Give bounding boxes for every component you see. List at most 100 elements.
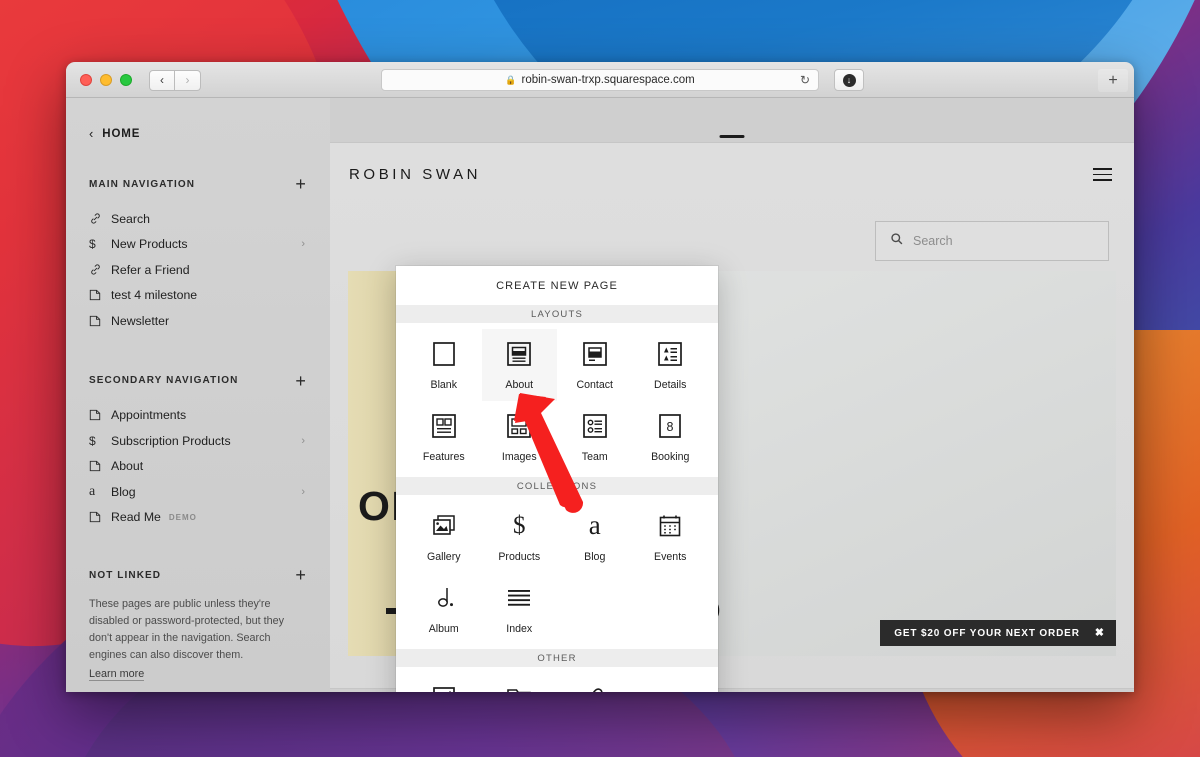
svg-text:8: 8 (667, 420, 674, 434)
page-icon (89, 409, 111, 421)
other-tile-grid (396, 667, 718, 692)
sidebar-item-label: Subscription Products (111, 433, 231, 448)
sidebar-item-appointments[interactable]: Appointments (89, 403, 307, 429)
add-page-button-notlinked[interactable]: + (295, 566, 307, 584)
reload-icon[interactable]: ↻ (800, 73, 810, 87)
tile-about[interactable]: About (481, 329, 557, 401)
chevron-right-icon[interactable]: › (301, 435, 307, 447)
desktop-wallpaper: ‹ › 🔒 robin-swan-trxp.squarespace.com ↻ … (0, 0, 1200, 757)
tile-label: Album (428, 623, 459, 635)
tile-team[interactable]: Team (557, 401, 633, 473)
hero-accent-band (348, 271, 398, 656)
tile-empty-2 (633, 573, 709, 645)
sidebar-item-refer-a-friend[interactable]: Refer a Friend (89, 257, 307, 283)
cover-page-icon (432, 685, 456, 692)
site-logo[interactable]: ROBIN SWAN (349, 166, 481, 183)
tile-label: Details (654, 379, 687, 391)
layouts-tile-grid: Blank About Contact Details Features Ima… (396, 323, 718, 477)
tile-folder[interactable] (482, 673, 558, 692)
sidebar-item-search[interactable]: Search (89, 206, 307, 232)
tile-features[interactable]: Features (406, 401, 482, 473)
music-note-icon (432, 585, 456, 611)
link-icon (583, 685, 607, 692)
sidebar-item-newsletter[interactable]: Newsletter (89, 308, 307, 334)
section-not-linked: NOT LINKED + These pages are public unle… (66, 566, 330, 692)
about-layout-icon (506, 341, 532, 367)
tile-label: Products (498, 551, 541, 563)
sidebar-item-label: Newsletter (111, 313, 170, 328)
sidebar-item-blog[interactable]: a Blog › (89, 479, 307, 505)
section-title: MAIN NAVIGATION (89, 178, 196, 190)
home-back-link[interactable]: ‹ HOME (66, 98, 330, 141)
panel-drag-handle[interactable] (719, 135, 745, 138)
tile-link[interactable] (557, 673, 633, 692)
back-button[interactable]: ‹ (149, 69, 175, 91)
browser-titlebar: ‹ › 🔒 robin-swan-trxp.squarespace.com ↻ … (66, 63, 1134, 98)
tile-index[interactable]: Index (482, 573, 558, 645)
section-title: SECONDARY NAVIGATION (89, 375, 239, 386)
learn-more-link[interactable]: Learn more (89, 668, 145, 681)
site-search-input[interactable]: Search (875, 221, 1109, 261)
create-new-page-panel: CREATE NEW PAGE LAYOUTS Blank About Cont… (396, 266, 718, 692)
sidebar-item-label: Appointments (111, 408, 187, 423)
tile-cover-page[interactable] (406, 673, 482, 692)
nav-list-main: Search $ New Products › Refer a Friend t… (89, 206, 307, 334)
sidebar-item-label: Read Me (111, 510, 161, 525)
status-badge-demo: DEMO (168, 512, 197, 522)
dollar-icon: $ (513, 512, 526, 539)
add-page-button-main[interactable]: + (295, 175, 307, 193)
section-secondary-navigation: SECONDARY NAVIGATION + Appointments $ Su… (66, 372, 330, 531)
sidebar-item-label: Search (111, 211, 150, 226)
tile-products[interactable]: $ Products (482, 501, 558, 573)
tile-album[interactable]: Album (406, 573, 482, 645)
tile-label: Team (581, 451, 608, 463)
search-placeholder: Search (913, 234, 953, 248)
promo-banner[interactable]: GET $20 OFF YOUR NEXT ORDER ✖ (880, 620, 1116, 646)
search-icon (890, 232, 904, 251)
tile-contact[interactable]: Contact (557, 329, 633, 401)
tile-details[interactable]: Details (633, 329, 709, 401)
page-icon (89, 511, 111, 523)
tile-gallery[interactable]: Gallery (406, 501, 482, 573)
tile-events[interactable]: Events (633, 501, 709, 573)
dollar-icon: $ (89, 433, 96, 448)
chevron-right-icon[interactable]: › (301, 238, 307, 250)
sidebar-item-about[interactable]: About (89, 454, 307, 480)
sidebar-item-subscription-products[interactable]: $ Subscription Products › (89, 428, 307, 454)
browser-window: ‹ › 🔒 robin-swan-trxp.squarespace.com ↻ … (66, 62, 1134, 692)
tile-booking[interactable]: 8 Booking (633, 401, 709, 473)
add-page-button-secondary[interactable]: + (295, 372, 307, 390)
tile-label: Blog (584, 551, 606, 563)
download-button[interactable]: ↓ (834, 69, 864, 91)
address-bar[interactable]: 🔒 robin-swan-trxp.squarespace.com ↻ (381, 69, 819, 91)
tile-blank[interactable]: Blank (406, 329, 482, 401)
features-layout-icon (431, 413, 457, 439)
forward-button[interactable]: › (175, 69, 201, 91)
tile-images[interactable]: Images (482, 401, 558, 473)
url-text: robin-swan-trxp.squarespace.com (521, 74, 695, 86)
close-window-button[interactable] (80, 74, 92, 86)
home-label: HOME (102, 127, 141, 140)
sidebar-item-read-me[interactable]: Read Me DEMO (89, 505, 307, 531)
tile-label: Booking (651, 451, 690, 463)
tile-label: Contact (576, 379, 613, 391)
section-heading-other: OTHER (396, 649, 718, 667)
maximize-window-button[interactable] (120, 74, 132, 86)
link-icon (89, 263, 111, 276)
sidebar-item-label: Blog (111, 484, 136, 499)
new-tab-button[interactable]: + (1098, 69, 1128, 92)
sidebar-item-label: About (111, 459, 144, 474)
sidebar-item-label: Refer a Friend (111, 262, 190, 277)
sidebar-item-test-4-milestone[interactable]: test 4 milestone (89, 283, 307, 309)
images-layout-icon (506, 413, 532, 439)
contact-layout-icon (582, 341, 608, 367)
minimize-window-button[interactable] (100, 74, 112, 86)
team-layout-icon (582, 413, 608, 439)
hamburger-icon[interactable] (1093, 168, 1112, 181)
tile-blog[interactable]: a Blog (557, 501, 633, 573)
close-icon[interactable]: ✖ (1095, 627, 1104, 639)
chevron-right-icon[interactable]: › (301, 486, 307, 498)
sidebar-item-new-products[interactable]: $ New Products › (89, 232, 307, 258)
tile-empty-1 (557, 573, 633, 645)
sidebar-item-label: New Products (111, 237, 188, 252)
